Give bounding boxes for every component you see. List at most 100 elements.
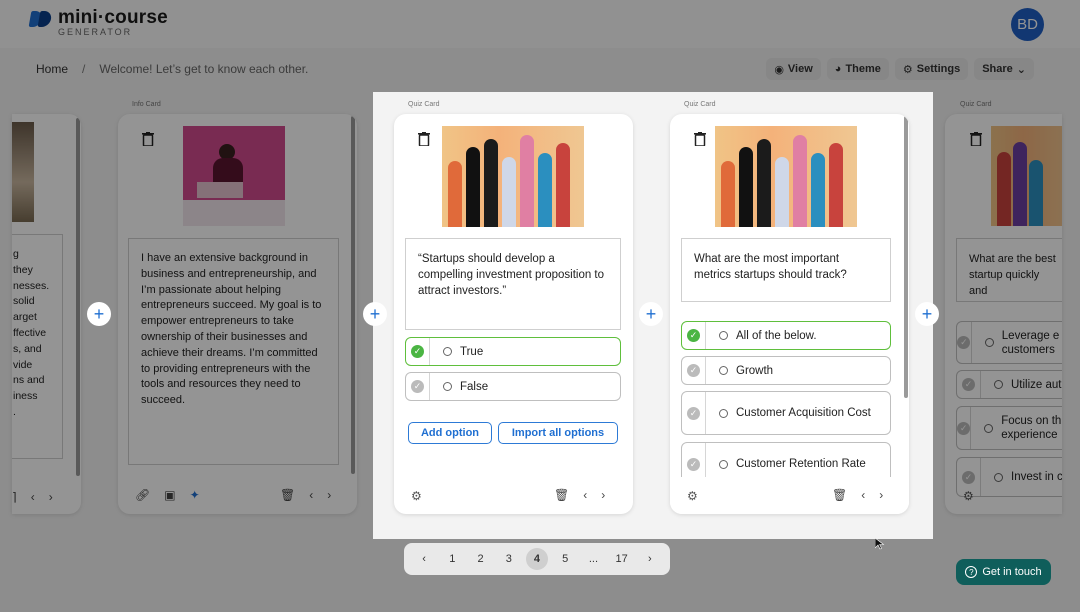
add-option-button[interactable]: Add option: [408, 422, 492, 444]
option-label[interactable]: Utilize auto: [1011, 378, 1062, 392]
card-type-label: Quiz Card: [684, 101, 716, 108]
chevron-right-icon[interactable]: ›: [327, 488, 331, 502]
scrollbar[interactable]: [904, 116, 908, 398]
chevron-right-icon[interactable]: ›: [879, 488, 883, 502]
page-4-button[interactable]: 4: [525, 548, 548, 570]
option-label[interactable]: Growth: [736, 364, 773, 378]
check-icon: ✓: [687, 406, 700, 420]
question-text[interactable]: “Startups should develop a compelling in…: [405, 238, 621, 330]
option-row[interactable]: ✓ Utilize auto: [956, 370, 1062, 399]
share-button[interactable]: Share ⌄: [974, 58, 1034, 80]
page-3-button[interactable]: 3: [498, 548, 520, 570]
chevron-left-icon[interactable]: ‹: [583, 488, 587, 502]
card-footer-left: 🔗︎ ▣ ✦: [135, 488, 200, 502]
text-line: vide: [13, 358, 33, 371]
mark-correct-toggle[interactable]: ✓: [957, 322, 972, 363]
scrollbar[interactable]: [76, 118, 80, 476]
sparkle-icon[interactable]: ✦: [190, 488, 200, 502]
option-label[interactable]: Focus on th experience: [1001, 414, 1062, 442]
mark-correct-toggle[interactable]: ✓: [682, 392, 706, 434]
card-footer-right: 🗑︎ ‹ ›: [832, 488, 883, 502]
page-5-button[interactable]: 5: [554, 548, 576, 570]
breadcrumb-separator: /: [82, 62, 86, 76]
option-label[interactable]: Invest in co: [1011, 470, 1062, 484]
option-row[interactable]: ✓ Growth: [681, 356, 891, 385]
chevron-down-icon: ⌄: [1016, 63, 1026, 76]
quiz-card-1: “Startups should develop a compelling in…: [394, 114, 633, 514]
mark-correct-toggle[interactable]: ✓: [406, 338, 430, 365]
option-row[interactable]: ✓ All of the below.: [681, 321, 891, 350]
trash-icon[interactable]: 🗑︎: [554, 488, 569, 502]
add-card-button[interactable]: +: [915, 302, 939, 326]
option-label[interactable]: True: [460, 345, 483, 359]
option-label[interactable]: Leverage e customers: [1002, 329, 1062, 357]
pagination: ‹ 1 2 3 4 5... 17 ›: [404, 543, 670, 575]
scrollbar[interactable]: [351, 116, 355, 474]
add-card-button[interactable]: +: [363, 302, 387, 326]
page-2-button[interactable]: 2: [470, 548, 492, 570]
trash-icon[interactable]: 🗑︎: [832, 488, 847, 502]
text-line: .: [13, 405, 16, 418]
logo[interactable]: mini·course GENERATOR: [28, 8, 168, 37]
import-all-options-button[interactable]: Import all options: [498, 422, 618, 444]
option-row[interactable]: ✓ True: [405, 337, 621, 366]
next-page-button[interactable]: ›: [639, 548, 661, 570]
palette-icon: ◕: [834, 63, 842, 75]
breadcrumb-current: Welcome! Let’s get to know each other.: [99, 62, 309, 76]
delete-card-icon[interactable]: [694, 132, 706, 146]
option-label[interactable]: False: [460, 380, 488, 394]
check-icon: ✓: [687, 329, 700, 342]
check-icon: ✓: [957, 336, 971, 349]
info-text[interactable]: I have an extensive background in busine…: [128, 238, 339, 465]
gallery-icon[interactable]: ▣: [164, 488, 175, 502]
user-avatar[interactable]: BD: [1011, 8, 1044, 41]
option-row[interactable]: ✓ False: [405, 372, 621, 401]
card-settings-icon[interactable]: ⚙: [687, 489, 698, 503]
prev-page-button[interactable]: ‹: [413, 548, 435, 570]
mark-correct-toggle[interactable]: ✓: [406, 373, 430, 400]
card-settings-icon[interactable]: ⚙: [963, 489, 974, 503]
breadcrumb-home[interactable]: Home: [36, 62, 68, 76]
get-in-touch-button[interactable]: ? Get in touch: [956, 559, 1051, 585]
chevron-right-icon[interactable]: ›: [601, 488, 605, 502]
option-row[interactable]: ✓ Customer Acquisition Cost: [681, 391, 891, 435]
trash-icon[interactable]: 🗑︎: [280, 488, 295, 502]
option-row[interactable]: ✓ Leverage e customers: [956, 321, 1062, 364]
delete-card-icon[interactable]: [970, 132, 982, 146]
chevron-left-icon[interactable]: ‹: [31, 490, 35, 504]
add-card-button[interactable]: +: [639, 302, 663, 326]
mark-correct-toggle[interactable]: ✓: [682, 357, 706, 384]
mouse-cursor-icon: [875, 538, 885, 550]
page-1-button[interactable]: 1: [441, 548, 463, 570]
option-row[interactable]: ✓ Focus on th experience: [956, 406, 1062, 450]
top-header: mini·course GENERATOR BD: [0, 0, 1080, 48]
delete-card-icon[interactable]: [142, 132, 154, 146]
mark-correct-toggle[interactable]: ✓: [957, 407, 972, 449]
divider-icon: ⌉: [12, 490, 17, 504]
question-text[interactable]: What are the most important metrics star…: [681, 238, 891, 302]
chevron-left-icon[interactable]: ‹: [309, 488, 313, 502]
mark-correct-toggle[interactable]: ✓: [682, 322, 706, 349]
question-text[interactable]: What are the best startup quickly and: [956, 238, 1062, 302]
option-label[interactable]: Customer Retention Rate: [736, 457, 866, 471]
card-image: [442, 126, 584, 227]
option-label[interactable]: Customer Acquisition Cost: [736, 406, 871, 420]
check-icon: ✓: [962, 378, 975, 391]
theme-button[interactable]: ◕ Theme: [826, 58, 889, 80]
page-17-button[interactable]: 17: [611, 548, 633, 570]
card-settings-icon[interactable]: ⚙: [411, 489, 422, 503]
card-image: [715, 126, 857, 227]
add-card-button[interactable]: +: [87, 302, 111, 326]
view-button[interactable]: ◉ View: [766, 58, 821, 80]
chevron-right-icon[interactable]: ›: [49, 490, 53, 504]
chevron-left-icon[interactable]: ‹: [861, 488, 865, 502]
radio-icon: [984, 338, 994, 347]
card-footer-right: 🗑︎ ‹ ›: [554, 488, 605, 502]
delete-card-icon[interactable]: [418, 132, 430, 146]
settings-button[interactable]: ⚙ Settings: [894, 58, 969, 80]
mark-correct-toggle[interactable]: ✓: [957, 371, 981, 398]
link-icon[interactable]: 🔗︎: [135, 488, 150, 502]
breadcrumb: Home / Welcome! Let’s get to know each o…: [36, 62, 308, 76]
option-label[interactable]: All of the below.: [736, 329, 817, 343]
partial-card-left: g they nesses. solid arget ffective s, and vide…: [12, 114, 81, 514]
